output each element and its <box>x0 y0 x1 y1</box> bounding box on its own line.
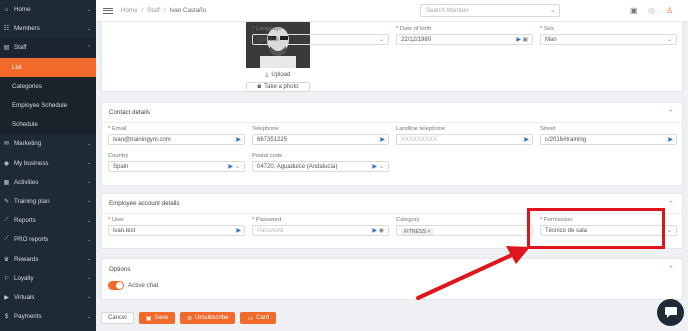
annotation-arrow <box>416 246 530 300</box>
chat-button[interactable] <box>657 299 684 326</box>
chat-icon <box>664 307 677 318</box>
